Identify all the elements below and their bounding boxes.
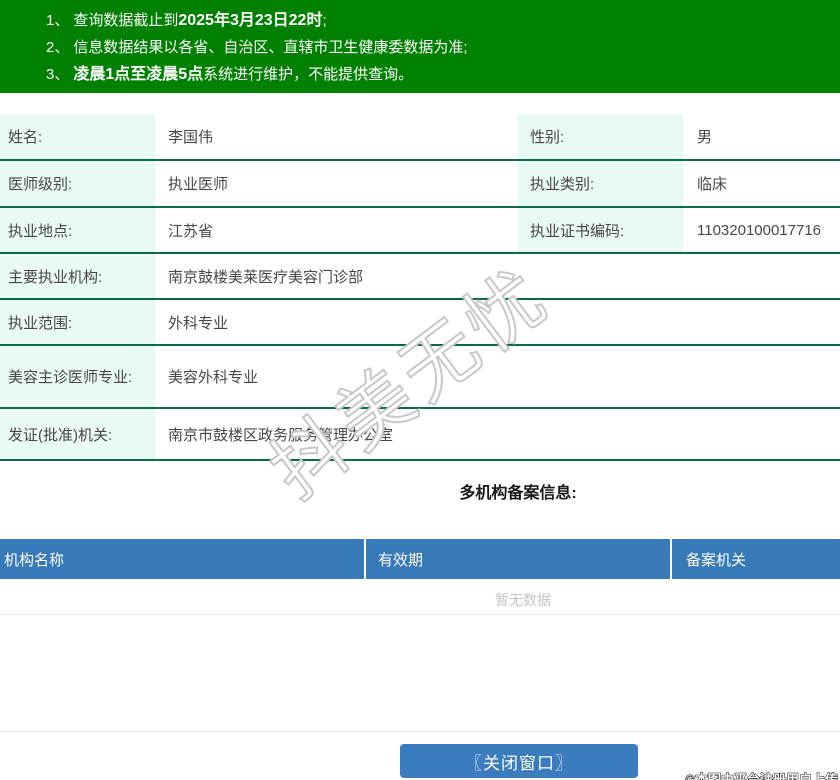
table-bottom-divider [0, 614, 840, 615]
field-value-practice-scope: 外科专业 [168, 314, 229, 332]
column-header-validity-period: 有效期 [366, 539, 672, 579]
field-label-practice-location: 执业地点: [0, 208, 155, 252]
notice-line-1: 1、 查询数据截止到2025年3月23日22时; [46, 7, 830, 34]
field-value-name: 李国伟 [168, 129, 214, 146]
table-row: 执业范围: 外科专业 [0, 300, 840, 346]
section-title-multi-institution: 多机构备案信息: [459, 485, 577, 502]
field-value-license-number: 110320100017716 [697, 221, 822, 239]
field-value-practice-category: 临床 [697, 176, 728, 193]
field-label-gender: 性别: [518, 114, 683, 159]
practitioner-info-table: 姓名: 李国伟 性别: 男 医师级别: 执业医师 执业类别: 临床 执业地点: … [0, 114, 840, 461]
field-value-practice-location: 江苏省 [168, 222, 214, 240]
table-row: 姓名: 李国伟 性别: 男 [0, 114, 840, 161]
copyright-watermark-text: ©本图由平台注册用户上传 [685, 772, 839, 780]
field-label-license-number: 执业证书编码: [518, 208, 683, 252]
column-header-institution-name: 机构名称 [0, 539, 366, 579]
column-header-record-authority: 备案机关 [686, 551, 747, 569]
field-value-gender: 男 [697, 129, 713, 146]
notice-banner: 1、 查询数据截止到2025年3月23日22时; 2、 信息数据结果以各省、自治区、… [0, 0, 840, 93]
field-label-issuing-authority: 发证(批准)机关: [0, 409, 155, 459]
close-window-button[interactable]: 〖关闭窗口〗 [400, 744, 638, 778]
table-row: 医师级别: 执业医师 执业类别: 临床 [0, 161, 840, 208]
notice-number: 1、 [46, 12, 70, 29]
notice-line-2: 2、 信息数据结果以各省、自治区、直辖市卫生健康委数据为准; [46, 34, 830, 61]
notice-text: ; [322, 12, 327, 29]
doctor-license-query-result-page: 1、 查询数据截止到2025年3月23日22时; 2、 信息数据结果以各省、自治区、… [0, 0, 840, 780]
no-data-placeholder: 暂无数据 [495, 592, 551, 608]
field-value-issuing-authority: 南京市鼓楼区政务服务管理办公室 [168, 426, 394, 444]
field-label-main-institution: 主要执业机构: [0, 254, 155, 298]
footer-divider [0, 731, 840, 732]
notice-bold-text: 2025年3月23日22时 [178, 12, 323, 29]
field-value-cosmetic-specialty: 美容外科专业 [168, 369, 259, 386]
field-label-practice-category: 执业类别: [518, 161, 683, 206]
notice-text: 查询数据截止到 [73, 12, 179, 29]
table-row: 发证(批准)机关: 南京市鼓楼区政务服务管理办公室 [0, 409, 840, 461]
table-row: 美容主诊医师专业: 美容外科专业 [0, 346, 840, 409]
notice-text: 系统进行维护，不能提供查询。 [203, 66, 414, 83]
notice-number: 3、 [46, 66, 70, 83]
field-label-cosmetic-specialty: 美容主诊医师专业: [0, 346, 155, 407]
notice-line-3: 3、 凌晨1点至凌晨5点系统进行维护，不能提供查询。 [46, 61, 830, 88]
field-label-name: 姓名: [0, 114, 155, 159]
field-label-doctor-level: 医师级别: [0, 161, 155, 206]
field-value-main-institution: 南京鼓楼美莱医疗美容门诊部 [168, 268, 364, 286]
notice-bold-text: 凌晨1点至凌晨5点 [73, 66, 204, 83]
records-table-header: 机构名称 有效期 备案机关 [0, 539, 840, 579]
table-row: 主要执业机构: 南京鼓楼美莱医疗美容门诊部 [0, 254, 840, 300]
field-value-doctor-level: 执业医师 [168, 176, 229, 193]
field-label-practice-scope: 执业范围: [0, 300, 155, 344]
notice-text: 信息数据结果以各省、自治区、直辖市卫生健康委数据为准; [73, 39, 468, 56]
table-row: 执业地点: 江苏省 执业证书编码: 110320100017716 [0, 208, 840, 254]
notice-number: 2、 [46, 39, 70, 56]
